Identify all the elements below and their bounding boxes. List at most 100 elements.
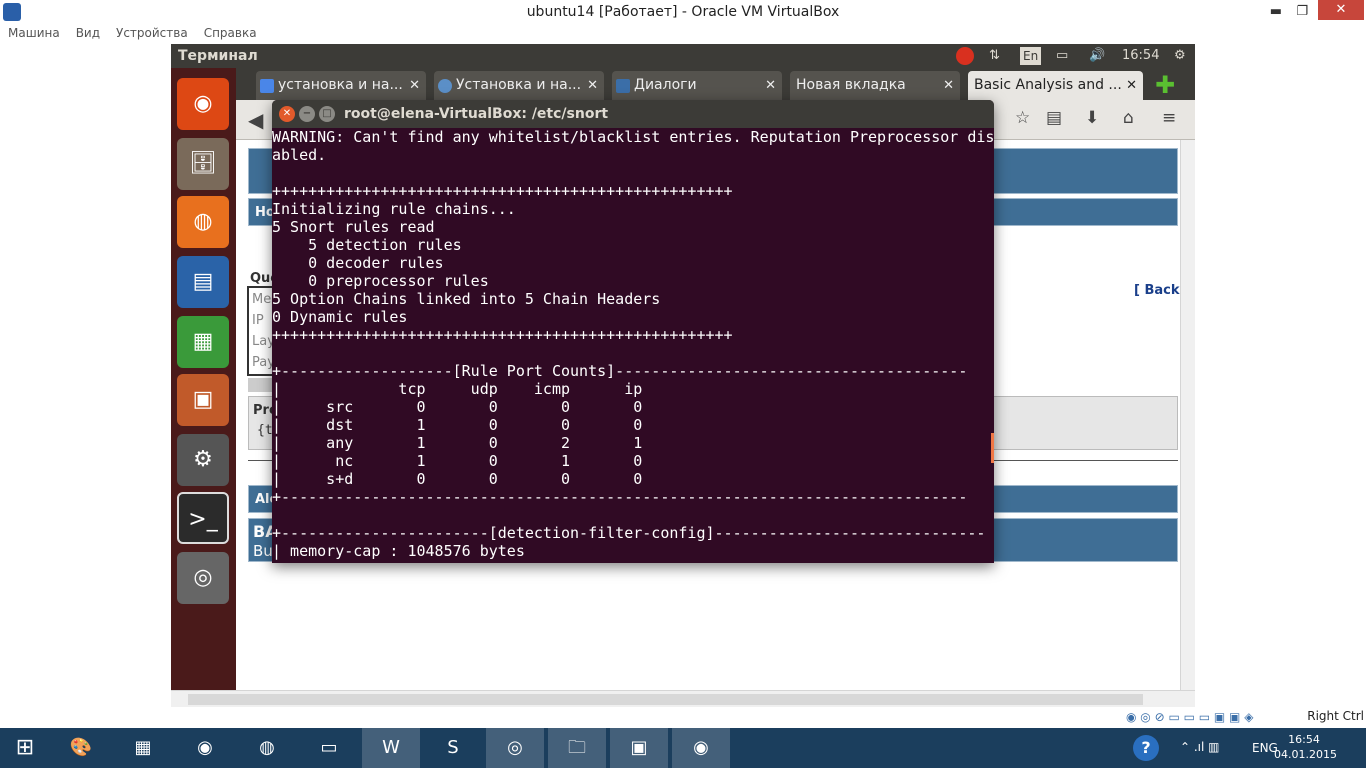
tab-4[interactable]: Новая вкладка ✕ xyxy=(790,71,960,100)
tab-close-icon[interactable]: ✕ xyxy=(587,71,598,100)
tab-2[interactable]: Установка и на... ✕ xyxy=(434,71,604,100)
scrollbar-thumb[interactable] xyxy=(188,694,1143,705)
clock-time: 16:54 xyxy=(1288,733,1320,746)
windows-start-icon[interactable]: ⊞ xyxy=(0,728,50,768)
tab-label: Новая вкладка xyxy=(796,77,906,93)
gear-icon[interactable]: ⚙ xyxy=(1174,44,1186,68)
chrome-icon[interactable]: ◎ xyxy=(486,728,544,768)
terminal-line: 0 preprocessor rules xyxy=(272,272,489,290)
eye-app-icon[interactable]: ◉ xyxy=(672,728,730,768)
menu-icon[interactable]: ≡ xyxy=(1162,108,1176,128)
terminal-line: 5 Option Chains linked into 5 Chain Head… xyxy=(272,290,661,308)
cmd-icon[interactable]: ▭ xyxy=(300,728,358,768)
back-link[interactable]: [ Back xyxy=(1134,283,1180,298)
tab-label: установка и на... xyxy=(278,77,403,93)
stop-icon[interactable] xyxy=(956,47,974,65)
download-icon[interactable]: ⬇ xyxy=(1085,108,1099,128)
paint-icon[interactable]: 🎨 xyxy=(52,728,110,768)
tab-close-icon[interactable]: ✕ xyxy=(943,71,954,100)
page-horizontal-scrollbar[interactable] xyxy=(171,690,1195,707)
skype-icon[interactable]: S xyxy=(424,728,482,768)
terminal-line: Initializing rule chains... xyxy=(272,200,516,218)
impress-icon[interactable]: ▣ xyxy=(177,374,229,426)
tray-icons[interactable]: ⌃ .ıl ▥ xyxy=(1180,740,1220,754)
back-arrow-icon[interactable]: ◀ xyxy=(248,108,263,132)
terminal-line: | dst 1 0 0 0 xyxy=(272,416,643,434)
panel-app-title: Терминал xyxy=(178,48,258,64)
terminal-line: ++++++++++++++++++++++++++++++++++++++++… xyxy=(272,326,733,344)
status-device-icons[interactable]: ◉ ◎ ⊘ ▭ ▭ ▭ ▣ ▣ ◈ xyxy=(1126,710,1253,724)
host-close-button[interactable]: ✕ xyxy=(1318,0,1364,20)
keyboard-layout-indicator[interactable]: En xyxy=(1020,47,1042,65)
terminal-line: abled. xyxy=(272,146,327,164)
bookmarks-list-icon[interactable]: ▤ xyxy=(1046,108,1062,128)
firefox-taskbar-icon[interactable]: ◍ xyxy=(238,728,296,768)
terminal-line xyxy=(272,506,994,524)
host-window-title: ubuntu14 [Работает] - Oracle VM VirtualB… xyxy=(526,4,840,20)
terminal-minimize-icon[interactable]: − xyxy=(299,106,315,122)
battery-icon[interactable]: ▭ xyxy=(1056,44,1068,68)
terminal-window[interactable]: ✕ − □ root@elena-VirtualBox: /etc/snort … xyxy=(272,100,994,563)
host-window-titlebar: ubuntu14 [Работает] - Oracle VM VirtualB… xyxy=(0,0,1366,24)
tab-1[interactable]: установка и на... ✕ xyxy=(256,71,426,100)
terminal-line: ++++++++++++++++++++++++++++++++++++++++… xyxy=(272,182,733,200)
host-key-label: Right Ctrl xyxy=(1307,709,1364,723)
tab-close-icon[interactable]: ✕ xyxy=(765,71,776,100)
google-favicon-icon xyxy=(260,79,274,93)
calc-icon[interactable]: ▦ xyxy=(177,316,229,368)
site-favicon-icon xyxy=(438,79,452,93)
terminal-line: WARNING: Can't find any whitelist/blackl… xyxy=(272,128,994,146)
vm-screen[interactable]: Терминал ⇅ En ▭ 🔊 16:54 ⚙ ◉ 🗄 ◍ ▤ ▦ ▣ ⚙ … xyxy=(171,44,1195,707)
build-fragment: Bu xyxy=(253,542,273,560)
help-icon[interactable]: ? xyxy=(1133,735,1159,761)
network-arrows-icon[interactable]: ⇅ xyxy=(989,44,1000,68)
taskbar-clock[interactable]: 16:54 04.01.2015 xyxy=(1274,732,1337,762)
tab-5-active[interactable]: Basic Analysis and ... ✕ xyxy=(968,71,1143,100)
ubuntu-top-panel: Терминал ⇅ En ▭ 🔊 16:54 ⚙ xyxy=(171,44,1195,68)
menu-machine[interactable]: Машина xyxy=(0,24,68,42)
terminal-output[interactable]: WARNING: Can't find any whitelist/blackl… xyxy=(272,128,994,563)
clock-date: 04.01.2015 xyxy=(1274,748,1337,761)
host-restore-button[interactable]: ❐ xyxy=(1296,0,1308,24)
tab-close-icon[interactable]: ✕ xyxy=(1126,71,1137,100)
terminal-titlebar[interactable]: ✕ − □ root@elena-VirtualBox: /etc/snort xyxy=(272,100,994,128)
terminal-line: | s+d 0 0 0 0 xyxy=(272,470,643,488)
terminal-line: | nc 1 0 1 0 xyxy=(272,452,643,470)
files-icon[interactable]: 🗄 xyxy=(177,138,229,190)
media-player-icon[interactable]: ◉ xyxy=(176,728,234,768)
panel-clock[interactable]: 16:54 xyxy=(1122,44,1159,68)
writer-icon[interactable]: ▤ xyxy=(177,256,229,308)
tab-3[interactable]: Диалоги ✕ xyxy=(612,71,782,100)
terminal-line: 5 Snort rules read xyxy=(272,218,435,236)
volume-icon[interactable]: 🔊 xyxy=(1089,44,1105,68)
home-icon[interactable]: ⌂ xyxy=(1123,108,1134,128)
terminal-scroll-indicator[interactable] xyxy=(991,433,994,463)
dash-icon[interactable]: ◉ xyxy=(177,78,229,130)
tab-close-icon[interactable]: ✕ xyxy=(409,71,420,100)
menu-view[interactable]: Вид xyxy=(68,24,108,42)
host-minimize-button[interactable]: ▬ xyxy=(1270,0,1282,24)
page-vertical-scrollbar[interactable] xyxy=(1180,140,1195,690)
new-tab-button[interactable]: ✚ xyxy=(1151,72,1179,98)
menu-devices[interactable]: Устройства xyxy=(108,24,196,42)
word-icon[interactable]: W xyxy=(362,728,420,768)
firefox-icon[interactable]: ◍ xyxy=(177,196,229,248)
bookmark-star-icon[interactable]: ☆ xyxy=(1015,108,1030,128)
explorer-icon[interactable]: 🗀 xyxy=(548,728,606,768)
virtualbox-taskbar-icon[interactable]: ▣ xyxy=(610,728,668,768)
terminal-maximize-icon[interactable]: □ xyxy=(319,106,335,122)
tab-label: Диалоги xyxy=(634,77,697,93)
terminal-line xyxy=(272,344,994,362)
host-statusbar: ◉ ◎ ⊘ ▭ ▭ ▭ ▣ ▣ ◈ Right Ctrl xyxy=(0,707,1366,728)
terminal-line: 0 decoder rules xyxy=(272,254,444,272)
terminal-icon[interactable]: >_ xyxy=(177,492,229,544)
tab-bar: установка и на... ✕ Установка и на... ✕ … xyxy=(236,68,1195,100)
menu-help[interactable]: Справка xyxy=(196,24,265,42)
tab-label: Basic Analysis and ... xyxy=(974,77,1122,93)
calculator-icon[interactable]: ▦ xyxy=(114,728,172,768)
field-ip: IP xyxy=(252,313,264,328)
host-menubar: Машина Вид Устройства Справка xyxy=(0,24,1366,44)
terminal-close-icon[interactable]: ✕ xyxy=(279,106,295,122)
settings-icon[interactable]: ⚙ xyxy=(177,434,229,486)
dvd-icon[interactable]: ◎ xyxy=(177,552,229,604)
